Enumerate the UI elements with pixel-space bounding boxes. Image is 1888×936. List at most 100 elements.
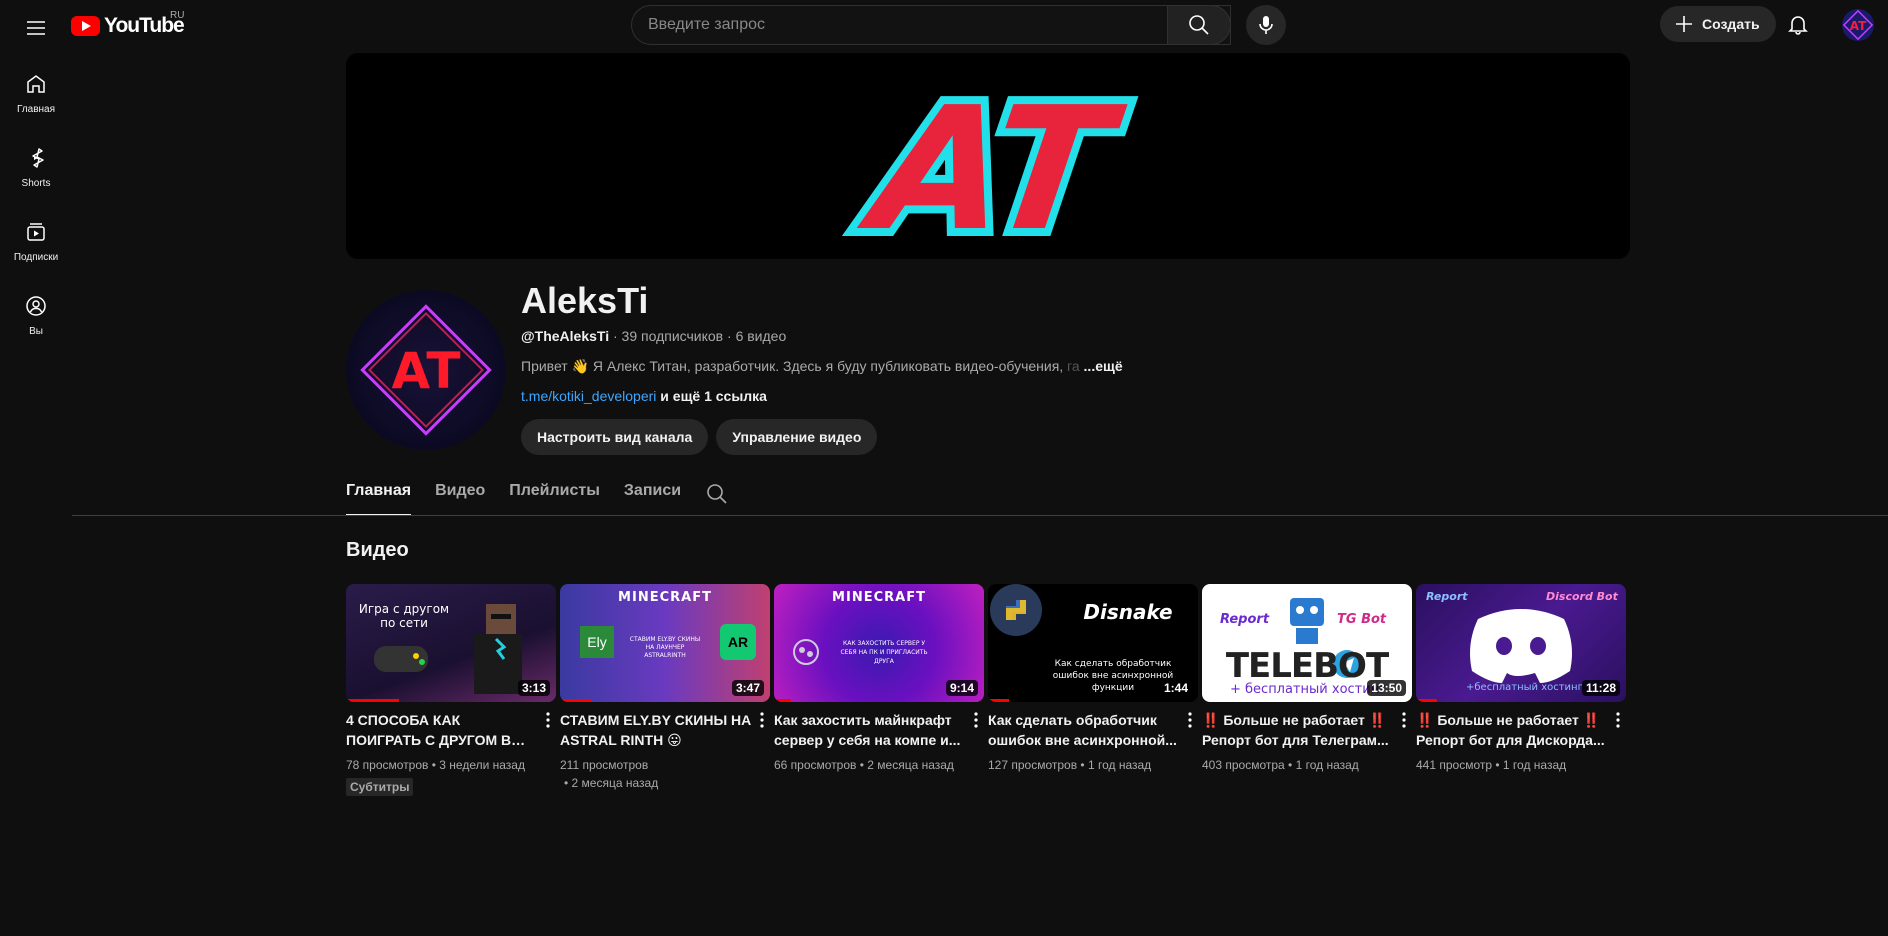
thumbnail-subcaption: +бесплатный хостинг (1466, 682, 1583, 693)
sidebar-item-label: Shorts (21, 177, 51, 189)
video-title[interactable]: 4 СПОСОБА КАК ПОИГРАТЬ С ДРУГОМ В МАЙНКР… (346, 710, 538, 750)
sidebar-item-shorts[interactable]: Shorts (4, 130, 68, 204)
video-meta: 441 просмотр • 1 год назад (1416, 758, 1567, 772)
video-thumbnail[interactable]: Игра с другом по сети 3:13 (346, 584, 556, 702)
youtube-play-icon (71, 16, 100, 36)
tab-home[interactable]: Главная (346, 472, 412, 516)
plus-icon (1676, 16, 1692, 32)
video-card[interactable]: MINECRAFT СТАВИМ ELY.BY СКИНЫ НА ЛАУНЧЕР… (560, 584, 770, 796)
video-shelf: Игра с другом по сети 3:13 4 СПОСОБА КАК… (346, 584, 1626, 796)
video-thumbnail[interactable]: MINECRAFT СТАВИМ ELY.BY СКИНЫ НА ЛАУНЧЕР… (560, 584, 770, 702)
ely-logo: Ely (580, 626, 614, 658)
manage-videos-button[interactable]: Управление видео (716, 419, 878, 455)
video-age: 3 недели назад (439, 758, 525, 772)
video-age: 1 год назад (1295, 758, 1359, 772)
channel-name: AleksTi (521, 280, 649, 321)
video-age: • 2 месяца назад (564, 776, 659, 790)
video-card[interactable]: Disnake Как сделать обработчик ошибок вн… (988, 584, 1198, 796)
top-bar: YouTube RU Создать AT (0, 0, 1888, 56)
video-age: 1 год назад (1502, 758, 1567, 772)
voice-search-button[interactable] (1246, 5, 1286, 45)
video-title[interactable]: ‼️ Больше не работает ‼️ Репорт бот для … (1416, 710, 1608, 750)
banner-logo-text: AT (850, 71, 1132, 259)
channel-links: t.me/kotiki_developeri и ещё 1 ссылка (521, 388, 767, 404)
astral-logo: AR (720, 624, 756, 660)
channel-search-icon[interactable] (705, 472, 729, 511)
video-duration: 3:47 (731, 680, 764, 696)
search-button[interactable] (1167, 5, 1231, 45)
channel-tabs: Главная Видео Плейлисты Записи (346, 472, 729, 516)
video-card[interactable]: Игра с другом по сети 3:13 4 СПОСОБА КАК… (346, 584, 556, 796)
subtitles-badge: Субтитры (346, 778, 414, 796)
thumbnail-caption: Disnake (1083, 600, 1173, 624)
more-vert-icon[interactable] (754, 710, 770, 730)
subscriptions-icon (27, 222, 45, 241)
channel-handle: @TheAleksTi (521, 328, 610, 344)
channel-avatar: AT (346, 290, 506, 450)
sidebar-item-label: Главная (16, 103, 56, 115)
notifications-icon[interactable] (1786, 12, 1810, 36)
subscriber-count: 39 подписчиков (621, 328, 724, 344)
search-icon (1189, 15, 1209, 35)
create-button[interactable]: Создать (1660, 6, 1776, 42)
video-thumbnail[interactable]: Report Discord Bot +бесплатный хостинг 1… (1416, 584, 1626, 702)
more-vert-icon[interactable] (1610, 710, 1626, 730)
svg-text:AT: AT (1850, 19, 1867, 33)
banner-art: AT (842, 63, 1140, 259)
video-duration: 1:44 (1159, 680, 1192, 696)
section-title: Видео (346, 539, 409, 561)
channel-banner: AT (346, 53, 1630, 259)
sidebar-item-home[interactable]: Главная (4, 56, 68, 130)
video-duration: 9:14 (945, 680, 978, 696)
view-count: 403 просмотра (1202, 758, 1285, 772)
more-links-button[interactable]: и ещё 1 ссылка (660, 388, 767, 404)
description-fade: га (1063, 358, 1080, 374)
search-input[interactable] (648, 16, 1148, 34)
channel-meta: @TheAleksTi · 39 подписчиков · 6 видео (521, 328, 787, 344)
video-meta: 78 просмотров • 3 недели назад (346, 758, 525, 772)
video-title[interactable]: ‼️ Больше не работает ‼️ Репорт бот для … (1202, 710, 1394, 750)
sidebar-item-you[interactable]: Вы (4, 278, 68, 352)
account-avatar[interactable]: AT (1842, 9, 1874, 41)
video-count: 6 видео (735, 328, 787, 344)
video-title[interactable]: СТАВИМ ELY.BY СКИНЫ НА ASTRAL RINTH 😛 (560, 710, 752, 750)
video-card[interactable]: Report TG Bot TELEBOT + бесплатный хости… (1202, 584, 1412, 796)
video-title[interactable]: Как захостить майнкрафт сервер у себя на… (774, 710, 966, 750)
video-title[interactable]: Как сделать обработчик ошибок вне асинхр… (988, 710, 1180, 750)
avatar-logo-text: AT (392, 342, 461, 400)
view-count: 66 просмотров (774, 758, 857, 772)
video-duration: 11:28 (1581, 680, 1620, 696)
customize-channel-button[interactable]: Настроить вид канала (521, 419, 709, 455)
video-thumbnail[interactable]: Disnake Как сделать обработчик ошибок вн… (988, 584, 1198, 702)
view-count: 441 просмотр (1416, 758, 1493, 772)
sidebar-item-subscriptions[interactable]: Подписки (4, 204, 68, 278)
more-vert-icon[interactable] (540, 710, 556, 730)
more-vert-icon[interactable] (968, 710, 984, 730)
video-age: 1 год назад (1087, 758, 1152, 772)
region-label: RU (170, 10, 185, 21)
search-box[interactable] (631, 5, 1231, 45)
video-age: 2 месяца назад (867, 758, 954, 772)
microphone-icon (1259, 16, 1273, 34)
tab-playlists[interactable]: Плейлисты (509, 472, 600, 516)
video-meta: 127 просмотров • 1 год назад (988, 758, 1152, 772)
video-thumbnail[interactable]: MINECRAFT КАК ЗАХОСТИТЬ СЕРВЕР У СЕБЯ НА… (774, 584, 984, 702)
tab-videos[interactable]: Видео (435, 472, 485, 516)
channel-description[interactable]: Привет 👋 Я Алекс Титан, разработчик. Зде… (521, 358, 1123, 375)
more-vert-icon[interactable] (1182, 710, 1198, 730)
description-more-link[interactable]: ...ещё (1084, 358, 1123, 374)
sidebar-item-label: Подписки (13, 251, 59, 263)
menu-icon[interactable] (24, 16, 48, 40)
channel-external-link[interactable]: t.me/kotiki_developeri (521, 388, 656, 404)
video-duration: 13:50 (1367, 680, 1406, 696)
video-card[interactable]: Report Discord Bot +бесплатный хостинг 1… (1416, 584, 1626, 796)
video-card[interactable]: MINECRAFT КАК ЗАХОСТИТЬ СЕРВЕР У СЕБЯ НА… (774, 584, 984, 796)
description-text: Привет 👋 Я Алекс Титан, разработчик. Зде… (521, 358, 1064, 374)
video-thumbnail[interactable]: Report TG Bot TELEBOT + бесплатный хости… (1202, 584, 1412, 702)
more-vert-icon[interactable] (1396, 710, 1412, 730)
view-count: 78 просмотров (346, 758, 429, 772)
tab-posts[interactable]: Записи (624, 472, 681, 516)
channel-actions: Настроить вид канала Управление видео (521, 419, 878, 455)
youtube-logo[interactable]: YouTube (71, 12, 185, 40)
home-icon (27, 74, 45, 93)
